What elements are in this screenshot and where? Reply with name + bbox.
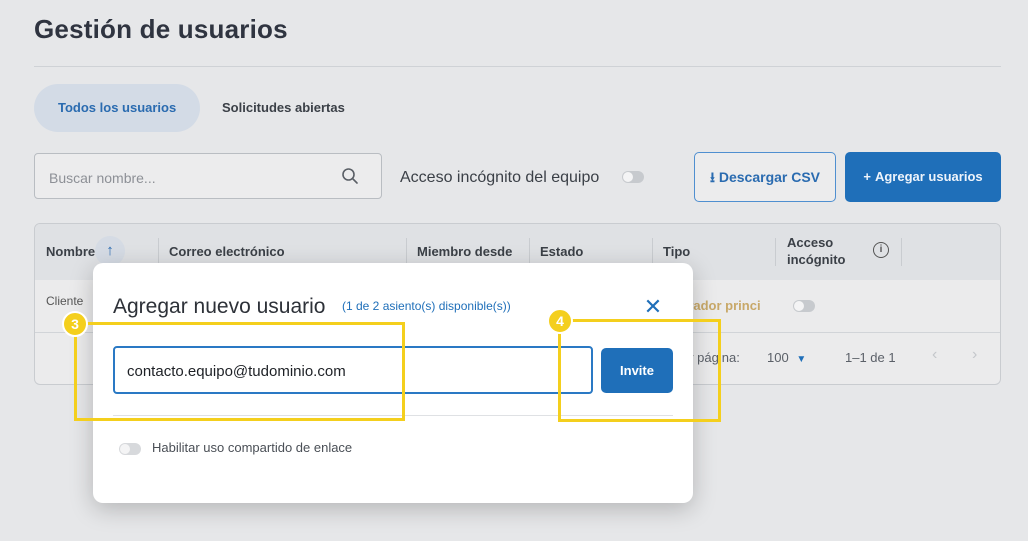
callout-highlight-invite bbox=[558, 319, 721, 422]
share-link-toggle[interactable] bbox=[119, 443, 141, 455]
step-badge: 4 bbox=[547, 308, 573, 334]
column-header-status[interactable]: Estado bbox=[540, 244, 583, 259]
title-divider bbox=[34, 66, 1001, 67]
row-incognito-toggle[interactable] bbox=[793, 300, 815, 312]
download-csv-button[interactable]: ⭳ Descargar CSV bbox=[694, 152, 836, 202]
share-link-label: Habilitar uso compartido de enlace bbox=[152, 440, 353, 455]
column-header-incognito[interactable]: Acceso incógnito bbox=[787, 234, 857, 268]
download-csv-label: Descargar CSV bbox=[718, 169, 821, 185]
pagination-range: 1–1 de 1 bbox=[845, 350, 896, 365]
team-incognito-toggle[interactable] bbox=[622, 171, 644, 183]
add-users-button[interactable]: + Agregar usuarios bbox=[845, 152, 1001, 202]
column-divider bbox=[901, 238, 902, 266]
page-title: Gestión de usuarios bbox=[34, 14, 288, 44]
chevron-down-icon: ▼ bbox=[796, 354, 807, 365]
dialog-title: Agregar nuevo usuario bbox=[113, 295, 326, 318]
cell-type: trador princi bbox=[684, 298, 761, 313]
sort-ascending-icon[interactable]: ↑ bbox=[95, 236, 125, 266]
search-icon[interactable] bbox=[341, 167, 359, 185]
previous-page-icon[interactable]: ‹ bbox=[932, 346, 937, 364]
add-users-label: Agregar usuarios bbox=[874, 169, 983, 184]
download-icon: ⭳ bbox=[709, 169, 715, 185]
column-divider bbox=[775, 238, 776, 266]
column-header-name[interactable]: Nombre bbox=[46, 244, 95, 259]
next-page-icon[interactable]: › bbox=[972, 346, 977, 364]
info-icon[interactable]: i bbox=[873, 242, 889, 258]
column-header-email[interactable]: Correo electrónico bbox=[169, 244, 285, 259]
rows-per-page-value: 100 bbox=[767, 350, 789, 365]
column-header-member-since[interactable]: Miembro desde bbox=[417, 244, 512, 259]
team-incognito-label: Acceso incógnito del equipo bbox=[400, 169, 600, 186]
rows-per-page-select[interactable]: 100 ▼ bbox=[767, 350, 806, 365]
step-badge: 3 bbox=[62, 311, 88, 337]
tab-all-users[interactable]: Todos los usuarios bbox=[34, 84, 201, 132]
column-header-type[interactable]: Tipo bbox=[663, 244, 690, 259]
plus-icon: + bbox=[863, 169, 871, 184]
column-divider bbox=[406, 238, 407, 266]
close-icon[interactable]: ✕ bbox=[642, 296, 664, 318]
column-divider bbox=[529, 238, 530, 266]
tab-open-requests[interactable]: Solicitudes abiertas bbox=[198, 84, 369, 132]
search-input[interactable] bbox=[47, 166, 331, 190]
column-divider bbox=[652, 238, 653, 266]
seats-available-text: (1 de 2 asiento(s) disponible(s)) bbox=[342, 299, 511, 313]
search-box[interactable] bbox=[34, 153, 382, 199]
column-divider bbox=[158, 238, 159, 266]
cell-name: Cliente bbox=[46, 294, 84, 308]
callout-highlight-email bbox=[74, 322, 405, 421]
